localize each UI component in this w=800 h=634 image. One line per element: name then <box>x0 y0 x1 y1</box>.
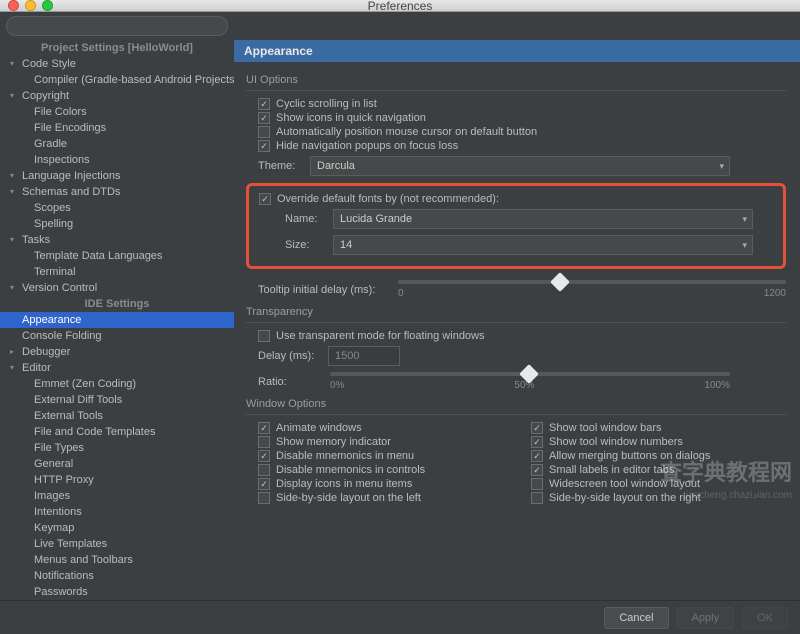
window-title: Preferences <box>0 0 800 13</box>
window-option-checkbox[interactable]: Show memory indicator <box>258 435 513 449</box>
sidebar-item[interactable]: Scopes <box>0 200 234 216</box>
sidebar-item[interactable]: Images <box>0 488 234 504</box>
sidebar-item[interactable]: Compiler (Gradle-based Android Projects) <box>0 72 234 88</box>
sidebar-item[interactable]: Notifications <box>0 568 234 584</box>
sidebar-item[interactable]: Inspections <box>0 152 234 168</box>
sidebar-item[interactable]: Keymap <box>0 520 234 536</box>
theme-combo[interactable]: Darcula <box>310 156 730 176</box>
sidebar-item[interactable]: Template Data Languages <box>0 248 234 264</box>
delay-input[interactable] <box>328 346 400 366</box>
sidebar-item[interactable]: External Tools <box>0 408 234 424</box>
sidebar-item[interactable]: Appearance <box>0 312 234 328</box>
settings-tree[interactable]: Project Settings [HelloWorld] Code Style… <box>0 40 234 600</box>
titlebar: Preferences <box>0 0 800 12</box>
window-option-checkbox[interactable]: Small labels in editor tabs <box>531 463 786 477</box>
ok-button[interactable]: OK <box>742 607 788 629</box>
content-title: Appearance <box>234 40 800 62</box>
tooltip-delay-label: Tooltip initial delay (ms): <box>258 284 388 296</box>
preferences-window: Preferences Project Settings [HelloWorld… <box>0 0 800 505</box>
sidebar-item[interactable]: Live Templates <box>0 536 234 552</box>
watermark-sub: jiaocheng.chaziدian.com <box>684 490 792 501</box>
show-icons-nav-checkbox[interactable]: Show icons in quick navigation <box>246 111 786 125</box>
font-name-label: Name: <box>285 213 325 225</box>
ide-settings-header: IDE Settings <box>0 296 234 312</box>
theme-label: Theme: <box>258 160 302 172</box>
sidebar-item[interactable]: Intentions <box>0 504 234 520</box>
sidebar-item[interactable]: Emmet (Zen Coding) <box>0 376 234 392</box>
ratio-label: Ratio: <box>258 376 320 388</box>
window-option-checkbox[interactable]: Disable mnemonics in menu <box>258 449 513 463</box>
sidebar-item[interactable]: General <box>0 456 234 472</box>
font-size-combo[interactable]: 14 <box>333 235 753 255</box>
sidebar-item[interactable]: File and Code Templates <box>0 424 234 440</box>
sidebar-item[interactable]: Menus and Toolbars <box>0 552 234 568</box>
window-options-title: Window Options <box>246 394 786 412</box>
cyclic-scrolling-checkbox[interactable]: Cyclic scrolling in list <box>246 97 786 111</box>
transparent-mode-checkbox[interactable]: Use transparent mode for floating window… <box>246 329 786 343</box>
sidebar-item[interactable]: Debugger <box>0 344 234 360</box>
transparency-title: Transparency <box>246 302 786 320</box>
delay-label: Delay (ms): <box>258 350 320 362</box>
font-name-combo[interactable]: Lucida Grande <box>333 209 753 229</box>
cancel-button[interactable]: Cancel <box>604 607 668 629</box>
hide-popups-checkbox[interactable]: Hide navigation popups on focus loss <box>246 139 786 153</box>
sidebar-item[interactable]: File Types <box>0 440 234 456</box>
ui-options-title: UI Options <box>246 70 786 88</box>
sidebar-item[interactable]: Code Style <box>0 56 234 72</box>
ratio-slider[interactable] <box>330 372 730 376</box>
auto-mouse-checkbox[interactable]: Automatically position mouse cursor on d… <box>246 125 786 139</box>
sidebar-item[interactable]: Passwords <box>0 584 234 600</box>
window-option-checkbox[interactable]: Side-by-side layout on the left <box>258 491 513 505</box>
sidebar-item[interactable]: HTTP Proxy <box>0 472 234 488</box>
sidebar-item[interactable]: File Encodings <box>0 120 234 136</box>
appearance-panel: UI Options Cyclic scrolling in list Show… <box>234 62 800 600</box>
sidebar-item[interactable]: Editor <box>0 360 234 376</box>
project-settings-header: Project Settings [HelloWorld] <box>0 40 234 56</box>
window-option-checkbox[interactable]: Show tool window numbers <box>531 435 786 449</box>
sidebar-item[interactable]: Version Control <box>0 280 234 296</box>
sidebar-item[interactable]: Language Injections <box>0 168 234 184</box>
window-option-checkbox[interactable]: Animate windows <box>258 421 513 435</box>
window-option-checkbox[interactable]: Widescreen tool window layout <box>531 477 786 491</box>
sidebar-item[interactable]: Spelling <box>0 216 234 232</box>
search-input[interactable] <box>6 16 228 36</box>
sidebar-item[interactable]: Gradle <box>0 136 234 152</box>
sidebar-item[interactable]: Terminal <box>0 264 234 280</box>
sidebar-item[interactable]: External Diff Tools <box>0 392 234 408</box>
sidebar-item[interactable]: Schemas and DTDs <box>0 184 234 200</box>
window-option-checkbox[interactable]: Disable mnemonics in controls <box>258 463 513 477</box>
dialog-footer: Cancel Apply OK <box>0 600 800 634</box>
tooltip-delay-slider[interactable] <box>398 280 786 284</box>
window-option-checkbox[interactable]: Display icons in menu items <box>258 477 513 491</box>
sidebar-item[interactable]: Tasks <box>0 232 234 248</box>
sidebar-item[interactable]: File Colors <box>0 104 234 120</box>
override-fonts-group: Override default fonts by (not recommend… <box>246 183 786 269</box>
window-option-checkbox[interactable]: Show tool window bars <box>531 421 786 435</box>
override-fonts-checkbox[interactable]: Override default fonts by (not recommend… <box>259 192 773 206</box>
apply-button[interactable]: Apply <box>677 607 735 629</box>
window-option-checkbox[interactable]: Allow merging buttons on dialogs <box>531 449 786 463</box>
sidebar-item[interactable]: Console Folding <box>0 328 234 344</box>
font-size-label: Size: <box>285 239 325 251</box>
sidebar-item[interactable]: Copyright <box>0 88 234 104</box>
